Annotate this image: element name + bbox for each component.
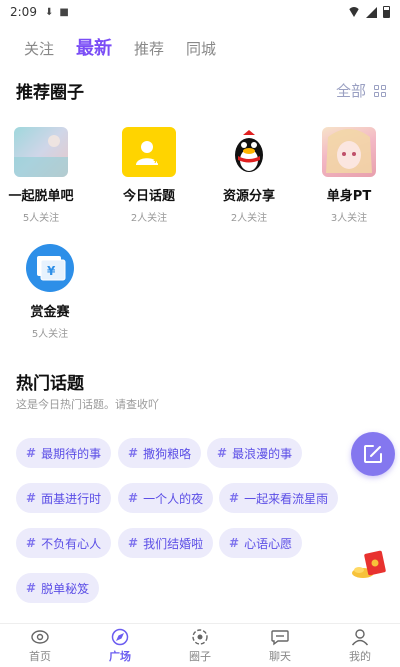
hash-icon: # [128,491,139,505]
circle-item-1[interactable]: 一起脱单吧 5人关注 [0,127,86,224]
grid-icon [374,84,386,97]
hash-icon: # [26,536,37,550]
topic-label: 不负有心人 [41,536,102,551]
topic-chip[interactable]: # 脱单秘笈 [16,573,100,603]
circle-item-4[interactable]: 单身PT 3人关注 [304,127,394,224]
red-packet-icon [352,550,386,578]
penguin-icon [235,130,263,172]
circle-count: 5人关注 [31,329,69,340]
status-right [348,6,390,18]
circle-name: 单身PT [326,189,372,204]
circle-name: 资源分享 [222,189,275,204]
compose-button[interactable] [351,432,395,476]
see-all-button[interactable]: 全部 [336,80,386,101]
topic-label: 撒狗粮咯 [143,446,192,461]
topic-label: 面基进行时 [41,491,102,506]
nav-label: 广场 [109,649,131,663]
reward-card-icon: ¥ [26,244,74,292]
hash-icon: # [128,446,139,460]
hash-icon: # [26,491,37,505]
nav-label: 首页 [29,649,51,663]
hash-icon: # [128,536,139,550]
battery-icon [383,6,390,18]
circle-name: 今日话题 [122,189,175,204]
topic-chip[interactable]: # 最浪漫的事 [207,438,303,468]
svg-text:#: # [153,155,161,166]
topic-person-icon: # [136,141,161,166]
topic-label: 一起来看流星雨 [244,491,329,506]
topic-label: 最期待的事 [41,446,102,461]
circle-thumbnail: ¥ [23,243,77,293]
hash-icon: # [26,581,37,595]
status-time: 2:09 [10,5,37,19]
nav-home[interactable]: 首页 [0,624,80,667]
landscape-image-icon [14,135,68,177]
hash-icon: # [217,446,228,460]
hash-icon: # [229,536,240,550]
topic-chip[interactable]: # 不负有心人 [16,528,112,558]
user-icon [351,628,369,645]
bottom-nav: 首页 广场 圈子 聊天 我的 [0,623,400,667]
home-icon [31,629,49,644]
tab-follow[interactable]: 关注 [24,38,54,59]
hash-icon: # [229,491,240,505]
circle-item-5[interactable]: ¥ 赏金赛 5人关注 [5,243,95,340]
hash-icon: # [26,446,37,460]
status-bar: 2:09 ⬇ ■ [0,0,400,24]
topic-label: 我们结婚啦 [143,536,204,551]
nav-label: 我的 [349,649,371,663]
topic-label: 一个人的夜 [143,491,204,506]
recommended-title: 推荐圈子 [16,83,84,103]
tab-latest[interactable]: 最新 [76,34,112,60]
circle-icon [192,628,208,645]
topic-chip[interactable]: # 一起来看流星雨 [219,483,339,513]
compass-icon [111,628,129,645]
red-packet-button[interactable] [350,548,392,580]
hot-topics-subtitle: 这是今日热门话题。请查收吖 [16,398,159,411]
topic-chip[interactable]: # 一个人的夜 [118,483,214,513]
edit-icon [364,445,382,463]
topic-chip[interactable]: # 撒狗粮咯 [118,438,202,468]
nav-plaza[interactable]: 广场 [80,624,160,667]
signal-icon [366,6,377,18]
topic-label: 最浪漫的事 [232,446,293,461]
circle-thumbnail [14,127,68,177]
topic-chip[interactable]: # 最期待的事 [16,438,112,468]
circle-count: 2人关注 [130,213,168,224]
circle-thumbnail [322,127,376,177]
notification-icon: ■ [59,6,69,18]
topic-chip[interactable]: # 心语心愿 [219,528,303,558]
circle-item-3[interactable]: 资源分享 2人关注 [204,127,294,224]
topic-label: 脱单秘笈 [41,581,90,596]
circle-thumbnail [222,127,276,177]
svg-text:¥: ¥ [47,264,56,278]
topic-label: 心语心愿 [244,536,293,551]
circle-count: 3人关注 [330,213,368,224]
tab-nearby[interactable]: 同城 [186,38,216,59]
see-all-label: 全部 [335,82,366,100]
circle-name: 赏金赛 [30,305,70,320]
nav-label: 圈子 [189,649,211,663]
wifi-icon [348,7,360,17]
nav-chat[interactable]: 聊天 [240,624,320,667]
tab-recommend[interactable]: 推荐 [134,38,164,59]
nav-circle[interactable]: 圈子 [160,624,240,667]
topic-chip[interactable]: # 我们结婚啦 [118,528,214,558]
circle-count: 2人关注 [230,213,268,224]
nav-label: 聊天 [269,649,291,663]
nav-me[interactable]: 我的 [320,624,400,667]
circle-thumbnail: # [122,127,176,177]
circle-name: 一起脱单吧 [8,189,74,204]
download-icon: ⬇ [44,6,54,18]
top-tabs: 关注 最新 推荐 同城 [24,34,216,60]
circle-count: 5人关注 [22,213,60,224]
hot-topics-title: 热门话题 [16,374,84,394]
anime-avatar-icon [326,129,372,173]
chat-icon [271,629,289,645]
circle-item-2[interactable]: # 今日话题 2人关注 [104,127,194,224]
topic-chip[interactable]: # 面基进行时 [16,483,112,513]
